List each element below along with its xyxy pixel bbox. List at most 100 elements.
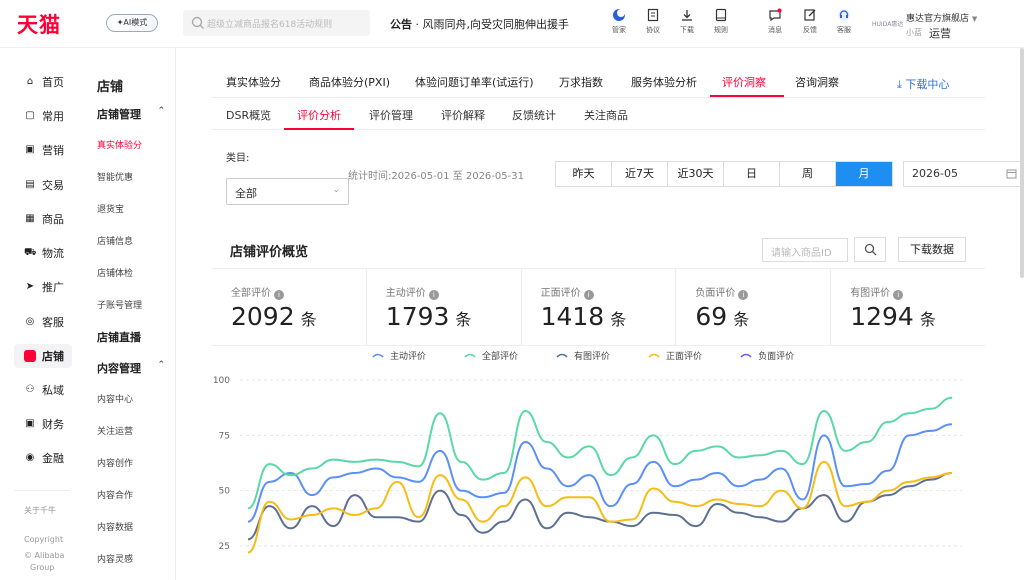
sub-item-return-insurance[interactable]: 退货宝	[97, 202, 124, 215]
legend-item[interactable]: 主动评价	[372, 349, 426, 362]
role-label: 运营	[929, 27, 951, 40]
y-tick-label: 75	[219, 431, 230, 441]
about-link[interactable]: 关于千牛	[24, 505, 56, 516]
tab-review-insight[interactable]: 评价洞察	[722, 74, 766, 90]
sub-item-real-experience[interactable]: 真实体验分	[97, 138, 142, 151]
legend-item[interactable]: 正面评价	[648, 349, 702, 362]
notice-bar[interactable]: 公告 · 风雨同舟,向受灾同胞伸出援手	[390, 16, 569, 32]
range-7days[interactable]: 近7天	[612, 162, 668, 186]
tab-review-management[interactable]: 评价管理	[369, 107, 413, 123]
tab-feedback-stats[interactable]: 反馈统计	[512, 107, 556, 123]
category-select[interactable]: 全部 ⌄	[226, 178, 349, 205]
nav-item-goods[interactable]: ▦ 商品	[14, 207, 72, 231]
tab-review-analysis[interactable]: 评价分析	[297, 107, 341, 123]
ai-mode-button[interactable]: ✦AI模式	[106, 14, 158, 32]
tab-consult-insight[interactable]: 咨询洞察	[795, 74, 839, 90]
nav-item-private[interactable]: ⚇ 私域	[14, 378, 72, 402]
nav-item-store[interactable]: 店铺	[14, 344, 72, 368]
nav-item-marketing[interactable]: ▣ 营销	[14, 138, 72, 162]
sub-item-subaccount[interactable]: 子账号管理	[97, 298, 142, 311]
shop-switcher[interactable]: HUIDA惠达 惠达官方旗舰店 ▼ 小蓝 运营	[872, 9, 1022, 40]
tab-wanqiu-index[interactable]: 万求指数	[559, 74, 603, 90]
category-label: 类目:	[226, 153, 250, 164]
tab-real-experience[interactable]: 真实体验分	[226, 74, 281, 90]
sub-item-content-coop[interactable]: 内容合作	[97, 488, 133, 501]
nav-item-service[interactable]: ◎ 客服	[14, 310, 72, 334]
group-store-live[interactable]: 店铺直播	[97, 329, 165, 345]
search-box[interactable]: 超级立减商品报名618活动规则	[183, 10, 370, 36]
download-center-link[interactable]: ⤓ 下载中心	[897, 76, 949, 92]
nav-item-logistics[interactable]: ⛟ 物流	[14, 241, 72, 265]
tab-service-analysis[interactable]: 服务体验分析	[631, 74, 697, 90]
legend-item[interactable]: 全部评价	[464, 349, 518, 362]
search-button[interactable]	[854, 237, 886, 262]
search-input[interactable]: 超级立减商品报名618活动规则	[207, 17, 365, 30]
page-scrollbar[interactable]	[1020, 48, 1024, 278]
nav-item-banking[interactable]: ◉ 金融	[14, 446, 72, 470]
legend-item[interactable]: 有图评价	[556, 349, 610, 362]
role-prefix: 小蓝	[906, 28, 922, 37]
tab-pxi[interactable]: 商品体验分(PXI)	[309, 74, 390, 90]
legend-item[interactable]: 负面评价	[740, 349, 794, 362]
sub-item-content-data[interactable]: 内容数据	[97, 520, 133, 533]
range-month[interactable]: 月	[836, 162, 892, 186]
tab-followed-goods[interactable]: 关注商品	[584, 107, 628, 123]
sub-item-content-create[interactable]: 内容创作	[97, 456, 133, 469]
sub-tabs: DSR概览 评价分析 评价管理 评价解释 反馈统计 关注商品	[212, 98, 985, 130]
sub-item-follow-ops[interactable]: 关注运营	[97, 424, 133, 437]
toolbar-messages[interactable]: 消息	[760, 8, 790, 35]
headset-icon	[838, 9, 850, 21]
stat-card-negative: 负面评价 i 69 条	[676, 269, 832, 345]
moon-icon	[613, 9, 625, 21]
sub-item-content-center[interactable]: 内容中心	[97, 392, 133, 405]
chevron-up-icon: ⌃	[157, 360, 165, 370]
primary-nav: ⌂ 首页 ▢ 常用 ▣ 营销 ▤ 交易 ▦ 商品 ⛟ 物流 ➤ 推广 ◎ 客服 店铺 ⚇ 私域 ▣…	[0, 48, 82, 580]
sub-item-store-check[interactable]: 店铺体检	[97, 266, 133, 279]
search-icon	[864, 243, 876, 256]
download-icon	[682, 10, 692, 21]
toolbar-agreement[interactable]: 协议	[638, 8, 668, 35]
sub-item-content-idea[interactable]: 内容灵感	[97, 552, 133, 565]
active-subtab-underline	[284, 128, 354, 130]
toolbar-butler[interactable]: 管家	[604, 8, 634, 35]
group-store-management[interactable]: 店铺管理 ⌃	[97, 106, 165, 122]
search-icon	[191, 16, 204, 29]
range-30days[interactable]: 近30天	[668, 162, 724, 186]
y-tick-label: 100	[213, 376, 230, 386]
nav-item-promotion[interactable]: ➤ 推广	[14, 275, 72, 299]
toolbar-feedback[interactable]: 反馈	[795, 8, 825, 35]
nav-item-trade[interactable]: ▤ 交易	[14, 173, 72, 197]
tab-problem-order-rate[interactable]: 体验问题订单率(试运行)	[415, 74, 534, 90]
toolbar-rules[interactable]: 规则	[706, 8, 736, 35]
notice-label: 公告	[390, 18, 412, 31]
tmall-logo[interactable]: 天猫	[17, 9, 61, 39]
range-yesterday[interactable]: 昨天	[556, 162, 612, 186]
tab-dsr-overview[interactable]: DSR概览	[226, 107, 271, 123]
service-icon: ◎	[25, 316, 35, 327]
stat-card-positive: 正面评价 i 1418 条	[522, 269, 677, 345]
range-day[interactable]: 日	[724, 162, 780, 186]
range-week[interactable]: 周	[780, 162, 836, 186]
bag-icon: ▢	[25, 110, 35, 121]
month-picker[interactable]: 2026-05	[903, 161, 1022, 187]
info-icon: i	[428, 290, 439, 300]
sub-item-smart-discount[interactable]: 智能优惠	[97, 170, 133, 183]
nav-item-finance[interactable]: ▣ 财务	[14, 412, 72, 436]
company-text: © Alibaba	[24, 551, 65, 560]
toolbar-download[interactable]: 下载	[672, 8, 702, 35]
product-id-input[interactable]: 请输入商品ID	[762, 238, 848, 262]
download-data-button[interactable]: 下载数据	[898, 237, 966, 262]
sub-item-store-info[interactable]: 店铺信息	[97, 234, 133, 247]
series-line[interactable]	[247, 460, 953, 554]
box-icon: ▦	[25, 213, 35, 224]
group-content-management[interactable]: 内容管理 ⌃	[97, 360, 165, 376]
nav-item-frequent[interactable]: ▢ 常用	[14, 104, 72, 128]
y-tick-label: 25	[219, 542, 230, 552]
nav-item-home[interactable]: ⌂ 首页	[14, 70, 72, 94]
shop-logo: HUIDA惠达	[872, 21, 904, 28]
home-icon: ⌂	[26, 76, 34, 87]
toolbar-service[interactable]: 客服	[829, 8, 859, 35]
tab-review-explain[interactable]: 评价解释	[441, 107, 485, 123]
edit-icon	[804, 9, 816, 21]
truck-icon: ⛟	[24, 247, 37, 258]
